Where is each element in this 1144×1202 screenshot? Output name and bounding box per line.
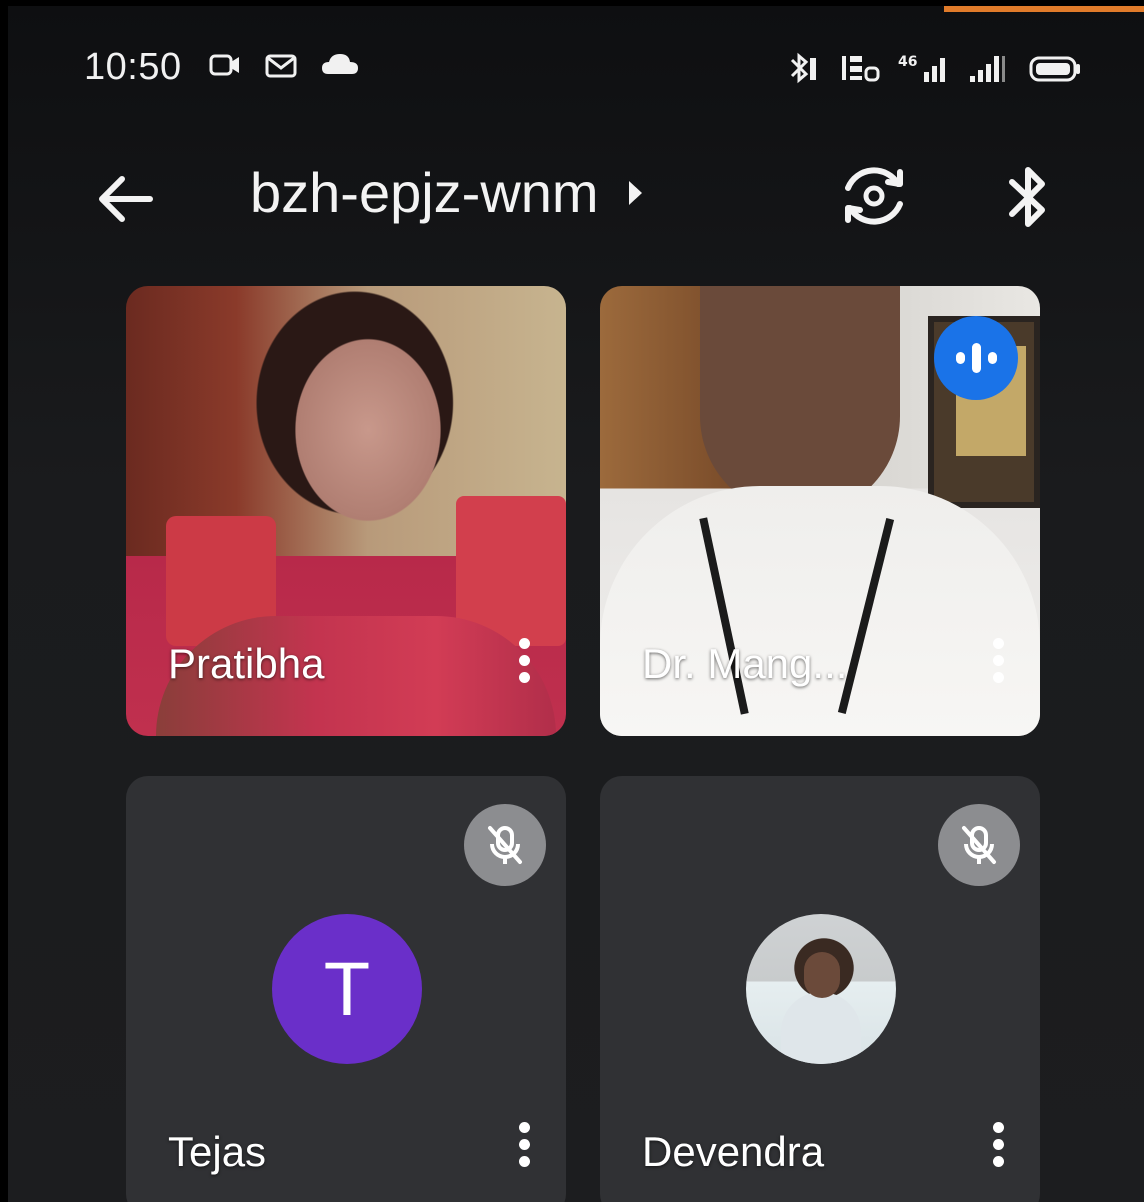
participant-name: Tejas xyxy=(168,1128,267,1175)
participant-tile-pratibha[interactable]: Pratibha xyxy=(126,286,566,736)
status-bar: 10:50 46 xyxy=(8,6,1144,116)
svg-text:46: 46 xyxy=(898,54,917,70)
video-call-icon xyxy=(208,50,244,80)
meet-screen: 10:50 46 bzh-epjz-wnm Pratibha Dr. Mang.… xyxy=(8,6,1144,1202)
more-vert-icon xyxy=(992,638,1004,649)
switch-camera-icon xyxy=(845,167,903,225)
participant-more-options-button[interactable] xyxy=(980,632,1016,702)
participant-tile-dr-mang[interactable]: Dr. Mang... xyxy=(600,286,1040,736)
signal-4g-icon: 46 xyxy=(898,50,952,86)
back-button[interactable] xyxy=(90,164,160,234)
status-left-icons xyxy=(208,50,360,80)
meeting-code-label: bzh-epjz-wnm xyxy=(250,161,599,224)
meeting-app-bar: bzh-epjz-wnm xyxy=(8,146,1144,246)
participant-name: Pratibha xyxy=(168,640,325,687)
status-right-icons: 46 xyxy=(784,50,1084,86)
participant-tile-devendra[interactable]: Devendra xyxy=(600,776,1040,1202)
video-feed xyxy=(600,486,1040,736)
gmail-icon xyxy=(264,50,300,80)
mic-off-icon xyxy=(938,804,1020,886)
mic-off-icon xyxy=(464,804,546,886)
volte-icon xyxy=(838,50,882,86)
meeting-code-button[interactable]: bzh-epjz-wnm xyxy=(250,160,642,225)
participant-more-options-button[interactable] xyxy=(506,632,542,702)
participant-more-options-button[interactable] xyxy=(980,1116,1016,1186)
bluetooth-icon xyxy=(784,50,822,86)
participant-avatar-photo xyxy=(746,914,896,1064)
bluetooth-audio-button[interactable] xyxy=(998,158,1058,238)
more-vert-icon xyxy=(518,638,530,649)
cloud-icon xyxy=(320,50,360,80)
switch-camera-button[interactable] xyxy=(834,156,914,236)
participant-name: Devendra xyxy=(642,1128,825,1175)
back-arrow-icon xyxy=(99,176,153,222)
bluetooth-icon xyxy=(1009,167,1045,227)
signal-icon xyxy=(968,50,1012,86)
participant-more-options-button[interactable] xyxy=(506,1116,542,1186)
speaking-indicator-icon xyxy=(934,316,1018,400)
battery-icon xyxy=(1028,50,1084,86)
participant-tile-tejas[interactable]: T Tejas xyxy=(126,776,566,1202)
video-feed xyxy=(700,286,900,516)
more-vert-icon xyxy=(992,1122,1004,1133)
status-time: 10:50 xyxy=(84,46,182,88)
participant-name: Dr. Mang... xyxy=(642,640,848,687)
participant-avatar: T xyxy=(272,914,422,1064)
caret-right-icon xyxy=(628,180,642,205)
more-vert-icon xyxy=(518,1122,530,1133)
